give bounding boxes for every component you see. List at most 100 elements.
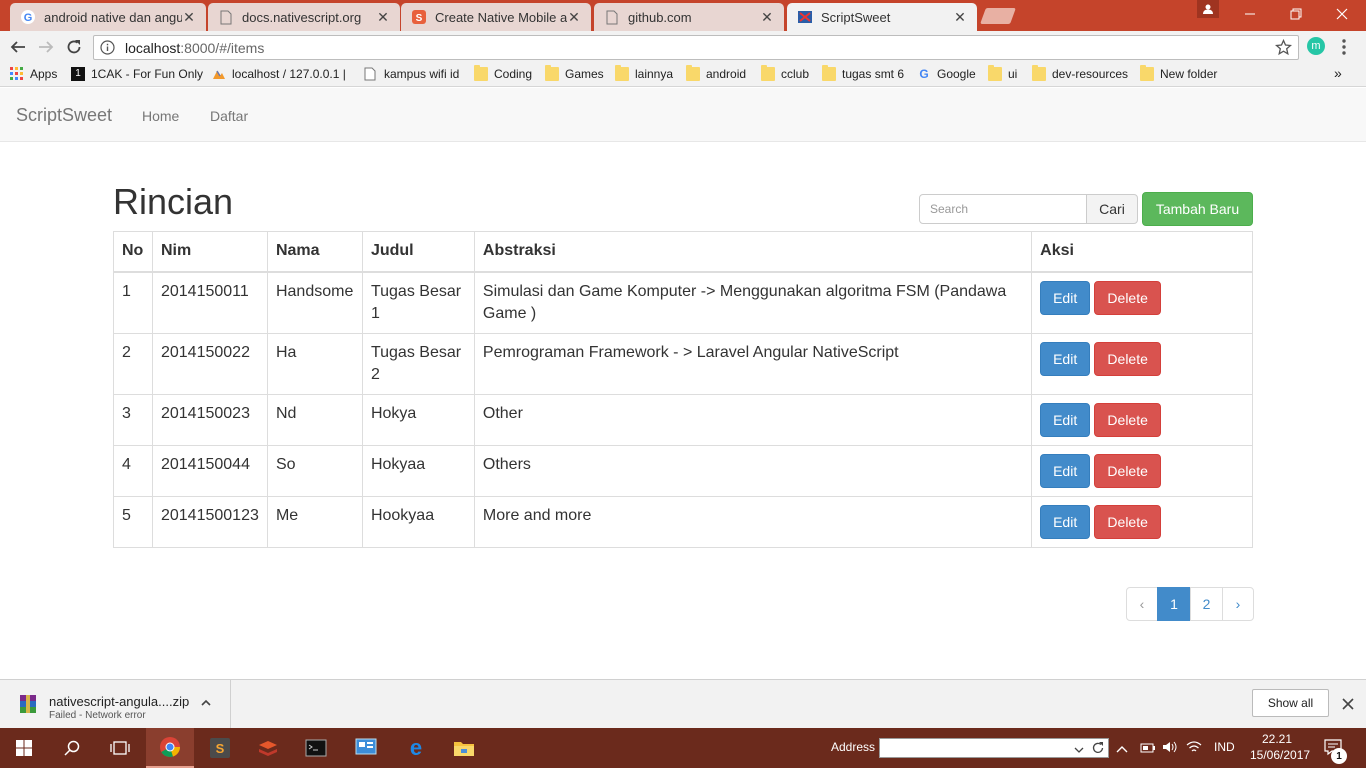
bookmark-folder-android[interactable]: android bbox=[686, 65, 746, 81]
table-row: 5 20141500123 Me Hookyaa More and more E… bbox=[113, 495, 1253, 548]
bookmark-folder-coding[interactable]: Coding bbox=[474, 65, 532, 81]
column-header-aksi: Aksi bbox=[1031, 231, 1253, 273]
close-tab-icon[interactable]: ✕ bbox=[376, 9, 390, 26]
edit-button[interactable]: Edit bbox=[1040, 402, 1091, 437]
bookmark-folder-tugas[interactable]: tugas smt 6 bbox=[822, 65, 904, 81]
books-app-icon[interactable] bbox=[244, 728, 292, 768]
close-tab-icon[interactable]: ✕ bbox=[953, 9, 967, 26]
nav-daftar[interactable]: Daftar bbox=[210, 108, 248, 124]
web-page: ScriptSweet Home Daftar Rincian Search C… bbox=[0, 88, 1366, 679]
bookmark-google[interactable]: G Google bbox=[917, 67, 975, 81]
chrome-taskbar-icon[interactable] bbox=[146, 728, 194, 768]
column-header-abstraksi: Abstraksi bbox=[473, 231, 1033, 273]
cell-no: 2 bbox=[113, 332, 153, 395]
cell-judul: Tugas Besar 1 bbox=[361, 271, 475, 334]
chevron-down-icon[interactable] bbox=[1074, 742, 1084, 760]
search-button[interactable]: Cari bbox=[1086, 194, 1138, 224]
browser-tab[interactable]: G android native dan angu ✕ bbox=[10, 3, 206, 31]
minimize-icon[interactable] bbox=[1227, 0, 1273, 28]
browser-tab[interactable]: docs.nativescript.org ✕ bbox=[208, 3, 400, 31]
browser-tab[interactable]: S Create Native Mobile and ✕ bbox=[401, 3, 591, 31]
bookmark-localhost[interactable]: localhost / 127.0.0.1 | bbox=[212, 67, 346, 81]
edit-button[interactable]: Edit bbox=[1040, 504, 1091, 539]
bookmark-folder-lainnya[interactable]: lainnya bbox=[615, 65, 673, 81]
pagination-prev[interactable]: ‹ bbox=[1126, 587, 1158, 621]
address-toolbar-input[interactable] bbox=[879, 738, 1109, 758]
bookmark-folder-games[interactable]: Games bbox=[545, 65, 604, 81]
svg-text:S: S bbox=[416, 13, 423, 24]
pagination-page-1[interactable]: 1 bbox=[1157, 587, 1191, 621]
close-tab-icon[interactable]: ✕ bbox=[182, 9, 196, 26]
delete-button[interactable]: Delete bbox=[1094, 453, 1162, 488]
menu-kebab-icon[interactable] bbox=[1341, 38, 1347, 61]
volume-icon[interactable] bbox=[1162, 740, 1178, 759]
chevron-up-icon[interactable] bbox=[1116, 741, 1128, 759]
windows-start-icon[interactable] bbox=[0, 728, 48, 768]
bookmark-1cak[interactable]: 1 1CAK - For Fun Only bbox=[71, 67, 203, 81]
restore-icon[interactable] bbox=[1273, 0, 1319, 28]
bookmarks-overflow-icon[interactable]: » bbox=[1334, 65, 1342, 81]
bookmark-kampus-wifi[interactable]: kampus wifi id bbox=[364, 67, 459, 81]
edge-browser-icon[interactable]: e bbox=[392, 728, 440, 768]
file-explorer-icon[interactable] bbox=[440, 728, 488, 768]
delete-button[interactable]: Delete bbox=[1094, 341, 1162, 376]
extension-icon[interactable]: m bbox=[1307, 37, 1325, 55]
bookmark-folder-cclub[interactable]: cclub bbox=[761, 65, 809, 81]
bookmark-folder-ui[interactable]: ui bbox=[988, 65, 1017, 81]
cell-aksi: Edit Delete bbox=[1031, 495, 1253, 548]
profile-icon[interactable] bbox=[1197, 0, 1219, 18]
battery-icon[interactable] bbox=[1140, 741, 1156, 759]
refresh-icon[interactable] bbox=[1091, 741, 1105, 760]
back-arrow-icon[interactable] bbox=[8, 37, 28, 57]
language-indicator[interactable]: IND bbox=[1214, 740, 1235, 754]
close-window-icon[interactable] bbox=[1319, 0, 1365, 28]
cell-nama: Nd bbox=[266, 393, 363, 446]
pagination-page-2[interactable]: 2 bbox=[1190, 587, 1223, 621]
close-tab-icon[interactable]: ✕ bbox=[760, 9, 774, 26]
search-icon[interactable] bbox=[48, 728, 96, 768]
folder-icon bbox=[615, 65, 629, 81]
task-view-icon[interactable] bbox=[96, 728, 144, 768]
address-toolbar-label: Address bbox=[831, 740, 876, 754]
delete-button[interactable]: Delete bbox=[1094, 504, 1162, 539]
delete-button[interactable]: Delete bbox=[1094, 280, 1162, 315]
forward-arrow-icon[interactable] bbox=[36, 37, 56, 57]
pagination-next[interactable]: › bbox=[1222, 587, 1254, 621]
bookmark-folder-dev-resources[interactable]: dev-resources bbox=[1032, 65, 1128, 81]
taskbar-clock[interactable]: 22.21 15/06/2017 bbox=[1250, 731, 1310, 763]
bookmark-star-icon[interactable] bbox=[1274, 38, 1293, 59]
browser-tab-active[interactable]: ScriptSweet ✕ bbox=[787, 3, 977, 31]
reload-icon[interactable] bbox=[64, 37, 84, 57]
download-item[interactable]: nativescript-angula....zip Failed - Netw… bbox=[0, 680, 231, 729]
column-header-nama: Nama bbox=[266, 231, 363, 273]
chevron-up-icon[interactable] bbox=[200, 696, 212, 714]
close-tab-icon[interactable]: ✕ bbox=[567, 9, 581, 26]
terminal-icon[interactable] bbox=[292, 728, 340, 768]
browser-tab[interactable]: github.com ✕ bbox=[594, 3, 784, 31]
folder-icon bbox=[545, 65, 559, 81]
svg-text:e: e bbox=[410, 737, 422, 759]
cell-no: 3 bbox=[113, 393, 153, 446]
edit-button[interactable]: Edit bbox=[1040, 453, 1091, 488]
bookmark-folder-new[interactable]: New folder bbox=[1140, 65, 1217, 81]
control-panel-icon[interactable] bbox=[342, 728, 390, 768]
add-new-button[interactable]: Tambah Baru bbox=[1142, 192, 1253, 226]
new-tab-button[interactable] bbox=[980, 8, 1016, 24]
show-all-downloads-button[interactable]: Show all bbox=[1252, 689, 1329, 717]
svg-text:G: G bbox=[24, 12, 33, 24]
sublime-text-icon[interactable]: S bbox=[196, 728, 244, 768]
nav-home[interactable]: Home bbox=[142, 108, 179, 124]
close-shelf-icon[interactable] bbox=[1342, 697, 1354, 715]
search-input[interactable]: Search bbox=[919, 194, 1087, 224]
edit-button[interactable]: Edit bbox=[1040, 280, 1091, 315]
app-brand[interactable]: ScriptSweet bbox=[16, 105, 112, 126]
app-navbar: ScriptSweet Home Daftar bbox=[0, 88, 1366, 142]
address-bar[interactable]: localhost:8000/#/items bbox=[93, 35, 1299, 60]
network-icon[interactable] bbox=[1186, 740, 1202, 759]
folder-icon bbox=[761, 65, 775, 81]
edit-button[interactable]: Edit bbox=[1040, 341, 1091, 376]
info-icon[interactable] bbox=[100, 40, 118, 55]
delete-button[interactable]: Delete bbox=[1094, 402, 1162, 437]
table-row: 3 2014150023 Nd Hokya Other Edit Delete bbox=[113, 393, 1253, 446]
bookmark-apps[interactable]: Apps bbox=[10, 67, 57, 81]
